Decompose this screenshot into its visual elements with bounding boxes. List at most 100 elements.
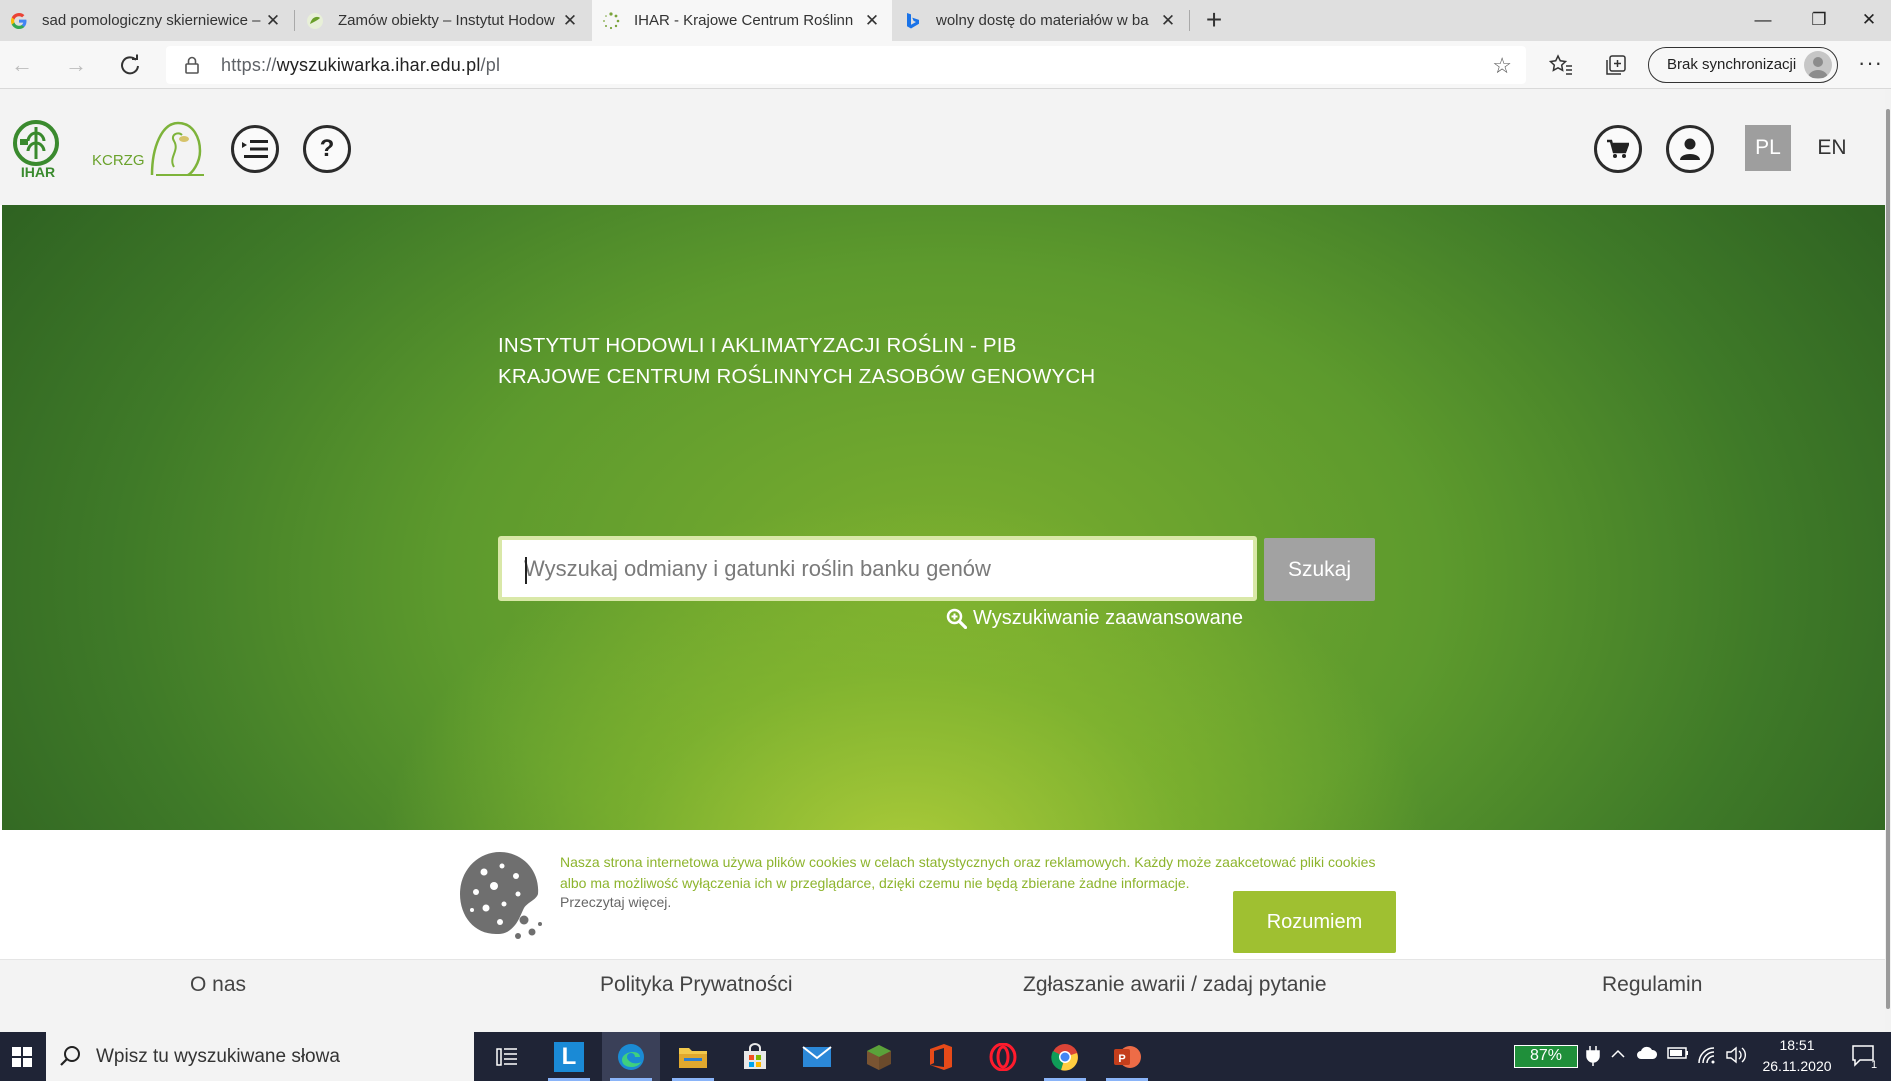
tab-title: wolny dostę do materiałów w ba — [936, 12, 1149, 29]
taskbar-app-store[interactable] — [726, 1032, 784, 1081]
ihar-logo[interactable]: IHAR — [8, 119, 70, 180]
task-view-icon — [496, 1047, 517, 1066]
cart-icon — [1607, 139, 1629, 158]
search-icon — [60, 1046, 80, 1066]
address-bar[interactable]: https://wyszukiwarka.ihar.edu.pl/pl ☆ — [166, 46, 1526, 84]
user-icon — [1680, 138, 1700, 160]
taskbar-app-powerpoint[interactable]: P — [1098, 1032, 1156, 1081]
taskbar-app-mail[interactable] — [788, 1032, 846, 1081]
favorites-icon[interactable] — [1546, 50, 1576, 80]
profile-avatar-icon — [1804, 51, 1832, 79]
favorite-star-icon[interactable]: ☆ — [1492, 53, 1512, 79]
footer-link-terms[interactable]: Regulamin — [1602, 973, 1702, 997]
browser-tab-bing[interactable]: wolny dostę do materiałów w ba ✕ — [894, 0, 1188, 41]
windows-logo-icon — [12, 1046, 32, 1067]
minecraft-block-icon — [867, 1044, 891, 1070]
search-input[interactable] — [498, 536, 1257, 601]
back-button[interactable]: ← — [5, 48, 39, 82]
taskbar-app-minecraft[interactable] — [850, 1032, 908, 1081]
accept-cookies-button[interactable]: Rozumiem — [1233, 891, 1396, 953]
hero-title: INSTYTUT HODOWLI I AKLIMATYZACJI ROŚLIN … — [498, 330, 1095, 392]
footer-link-report-issue[interactable]: Zgłaszanie awarii / zadaj pytanie — [1023, 973, 1327, 997]
tab-title: IHAR - Krajowe Centrum Roślinn — [634, 12, 854, 29]
l-app-icon: L — [554, 1041, 584, 1072]
notification-icon: 1 — [1852, 1045, 1877, 1071]
close-tab-icon[interactable]: ✕ — [263, 11, 283, 31]
chevron-up-icon[interactable] — [1610, 1046, 1626, 1067]
collections-icon[interactable] — [1601, 50, 1631, 80]
taskbar-app-explorer[interactable] — [664, 1032, 722, 1081]
hero-banner: INSTYTUT HODOWLI I AKLIMATYZACJI ROŚLIN … — [2, 205, 1885, 830]
sync-profile-button[interactable]: Brak synchronizacji — [1648, 47, 1838, 83]
windows-taskbar: Wpisz tu wyszukiwane słowa L P 87% 18:51… — [0, 1032, 1891, 1081]
bing-icon — [904, 12, 922, 30]
task-view-button[interactable] — [478, 1032, 536, 1081]
volume-icon[interactable] — [1726, 1046, 1748, 1069]
taskbar-app-edge[interactable] — [602, 1032, 660, 1081]
footer-link-privacy[interactable]: Polityka Prywatności — [600, 973, 793, 997]
lock-icon — [185, 56, 199, 74]
cookie-message: Nasza strona internetowa używa plików co… — [560, 854, 1376, 891]
taskbar-app-opera[interactable] — [974, 1032, 1032, 1081]
search-button[interactable]: Szukaj — [1264, 538, 1375, 601]
advanced-search-link[interactable]: Wyszukiwanie zaawansowane — [946, 607, 1243, 630]
cookie-read-more-link[interactable]: Przeczytaj więcej. — [560, 894, 671, 910]
notification-center-button[interactable]: 1 — [1851, 1043, 1877, 1071]
svg-text:1: 1 — [1871, 1059, 1877, 1069]
loading-spinner-icon — [602, 11, 620, 30]
battery-icon[interactable] — [1667, 1046, 1689, 1065]
forward-button[interactable]: → — [59, 48, 93, 82]
close-window-button[interactable]: ✕ — [1847, 0, 1891, 41]
refresh-icon — [121, 54, 139, 75]
text-caret — [525, 557, 527, 584]
wifi-icon[interactable] — [1697, 1046, 1717, 1069]
minimize-button[interactable]: — — [1735, 0, 1791, 41]
url-text: https://wyszukiwarka.ihar.edu.pl/pl — [221, 55, 501, 75]
close-tab-icon[interactable]: ✕ — [862, 11, 882, 31]
browser-tab-strip: sad pomologiczny skierniewice – ✕ Zamów … — [0, 0, 1891, 41]
system-clock[interactable]: 18:51 26.11.2020 — [1760, 1035, 1834, 1077]
site-header: IHAR KCRZG ? PL EN — [0, 89, 1885, 205]
close-tab-icon[interactable]: ✕ — [1158, 11, 1178, 31]
scrollbar-thumb[interactable] — [1886, 109, 1890, 1009]
browser-tab-google[interactable]: sad pomologiczny skierniewice – ✕ — [0, 0, 293, 41]
edge-icon — [618, 1043, 644, 1070]
clock-date: 26.11.2020 — [1762, 1058, 1832, 1074]
help-button[interactable]: ? — [303, 125, 351, 173]
language-en-button[interactable]: EN — [1815, 125, 1849, 171]
start-button[interactable] — [0, 1032, 44, 1081]
clock-time: 18:51 — [1779, 1037, 1815, 1053]
office-icon — [930, 1043, 952, 1070]
chrome-icon — [1051, 1043, 1078, 1071]
language-pl-button[interactable]: PL — [1745, 125, 1791, 171]
footer-link-about[interactable]: O nas — [190, 973, 246, 997]
tab-title: sad pomologiczny skierniewice – — [42, 12, 261, 29]
battery-indicator[interactable]: 87% — [1514, 1045, 1578, 1068]
taskbar-search-box[interactable]: Wpisz tu wyszukiwane słowa — [46, 1032, 474, 1081]
power-plug-icon[interactable] — [1586, 1046, 1600, 1071]
site-footer: O nas Polityka Prywatności Zgłaszanie aw… — [0, 960, 1885, 1032]
restore-button[interactable]: ❐ — [1791, 0, 1847, 41]
taskbar-app-office[interactable] — [912, 1032, 970, 1081]
store-bag-icon — [744, 1042, 766, 1069]
cookie-consent-bar: Nasza strona internetowa używa plików co… — [0, 830, 1885, 960]
close-tab-icon[interactable]: ✕ — [560, 11, 580, 31]
settings-more-icon[interactable]: ··· — [1858, 50, 1883, 76]
kcrzg-logo[interactable]: KCRZG — [92, 117, 210, 177]
cart-button[interactable] — [1594, 125, 1642, 173]
browser-tab-ihar-active[interactable]: IHAR - Krajowe Centrum Roślinn ✕ — [592, 0, 892, 41]
mail-icon — [802, 1045, 832, 1067]
user-account-button[interactable] — [1666, 125, 1714, 173]
new-tab-button[interactable]: + — [1197, 4, 1231, 38]
refresh-button[interactable] — [113, 48, 147, 82]
opera-icon — [989, 1042, 1017, 1071]
menu-list-button[interactable] — [231, 125, 279, 173]
taskbar-app-l[interactable]: L — [540, 1032, 598, 1081]
page-scrollbar[interactable] — [1885, 89, 1891, 1032]
tab-title: Zamów obiekty – Instytut Hodow — [338, 12, 555, 29]
onedrive-cloud-icon[interactable] — [1636, 1046, 1658, 1065]
browser-toolbar: ← → https://wyszukiwarka.ihar.edu.pl/pl … — [0, 41, 1891, 89]
svg-text:P: P — [1118, 1053, 1125, 1065]
browser-tab-zamow[interactable]: Zamów obiekty – Instytut Hodow ✕ — [296, 0, 590, 41]
taskbar-app-chrome[interactable] — [1036, 1032, 1094, 1081]
